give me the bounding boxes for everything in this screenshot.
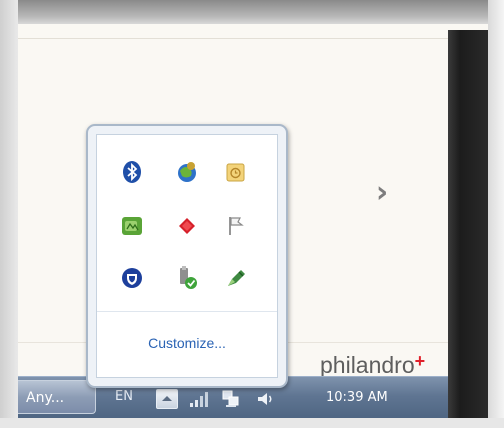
screenshot-frame-left: [0, 0, 18, 428]
logo-text: philandro: [320, 352, 415, 378]
volume-icon[interactable]: [254, 389, 276, 409]
dark-side-panel: [448, 30, 488, 418]
customize-link[interactable]: Customize...: [97, 331, 277, 355]
calendar-note-icon[interactable]: [223, 159, 249, 185]
red-diamond-icon[interactable]: [174, 213, 200, 239]
show-hidden-icons-button[interactable]: [156, 389, 178, 409]
usb-safely-remove-icon[interactable]: [174, 265, 200, 291]
network-globe-icon[interactable]: [174, 159, 200, 185]
screenshot-frame-bottom: [0, 418, 504, 428]
popup-divider: [97, 311, 277, 312]
desktop-screen: › philandro+ Any... EN 10:39 AM Customiz…: [18, 24, 488, 418]
signal-bars-icon[interactable]: [188, 389, 210, 409]
action-center-flag-icon[interactable]: [223, 213, 249, 239]
pen-tool-icon[interactable]: [223, 265, 249, 291]
screenshot-frame-right: [488, 0, 504, 428]
clock[interactable]: 10:39 AM: [326, 385, 388, 411]
chevron-up-icon: [162, 396, 172, 401]
screenshot-frame-top: [0, 0, 504, 24]
content-divider-top: [18, 38, 448, 39]
bluetooth-icon[interactable]: [119, 159, 145, 185]
taskbar-app-button[interactable]: Any...: [18, 380, 96, 414]
green-app-icon[interactable]: [119, 213, 145, 239]
chevron-right-icon[interactable]: ›: [368, 176, 396, 210]
notification-overflow-popup: Customize...: [86, 124, 288, 388]
shield-icon[interactable]: [119, 265, 145, 291]
network-icon[interactable]: [220, 389, 242, 409]
philandro-logo: philandro+: [320, 346, 426, 378]
notification-icon-panel: Customize...: [96, 134, 278, 378]
logo-mark: +: [414, 351, 426, 371]
